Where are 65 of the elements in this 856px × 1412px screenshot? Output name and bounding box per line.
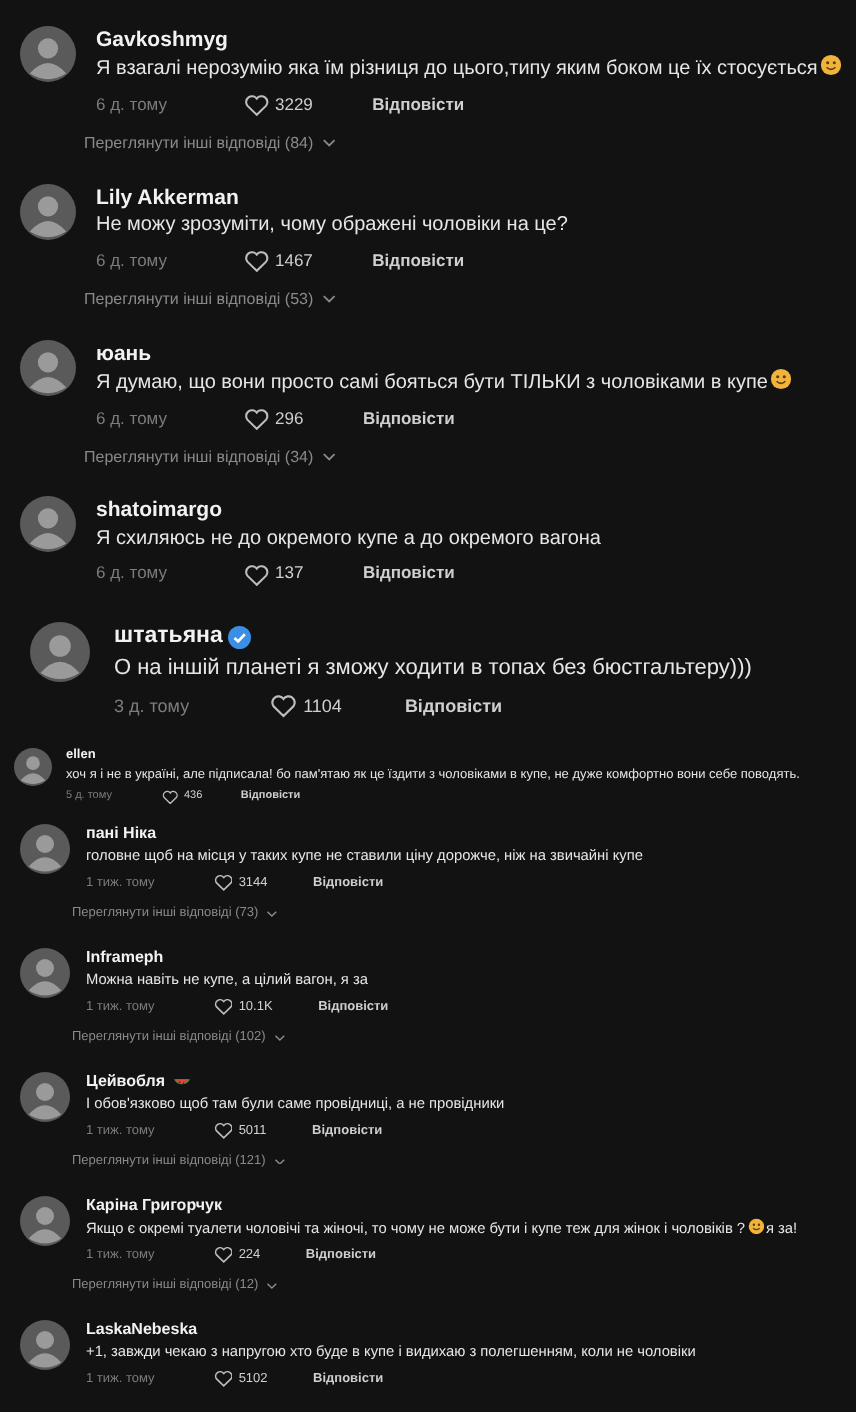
avatar[interactable] bbox=[20, 496, 76, 553]
heart-icon[interactable] bbox=[243, 94, 269, 118]
avatar[interactable] bbox=[20, 183, 76, 240]
reply-link[interactable]: Відповісти bbox=[372, 249, 465, 274]
heart-icon[interactable] bbox=[243, 249, 269, 273]
username[interactable]: shatoimargo bbox=[96, 496, 223, 526]
heart-icon[interactable] bbox=[213, 1370, 233, 1389]
avatar[interactable] bbox=[20, 1320, 70, 1371]
comment-time: 6 д. тому bbox=[96, 407, 167, 431]
username[interactable]: Каріна Григорчук bbox=[86, 1196, 222, 1218]
comment-text: Я думаю, що вони просто самі бояться бути ТІЛЬКИ з чоловіками в купе bbox=[96, 371, 768, 394]
view-replies-link[interactable]: Переглянути інші відповіді (34) bbox=[84, 430, 336, 483]
reply-link[interactable]: Відповісти bbox=[362, 562, 455, 587]
comment-text: Я взагалі нерозумію яка їм різниця до цього,типу яким боком це їх стосується bbox=[96, 58, 818, 81]
username[interactable]: LaskaNebeska bbox=[86, 1320, 198, 1343]
username[interactable]: Lily Akkerman bbox=[96, 183, 239, 212]
reply-link[interactable]: Відповісти bbox=[404, 694, 503, 720]
heart-icon[interactable] bbox=[243, 407, 269, 431]
like-count: 3229 bbox=[275, 93, 313, 118]
heart-icon[interactable] bbox=[213, 874, 233, 893]
avatar[interactable] bbox=[20, 824, 70, 875]
heart-icon[interactable] bbox=[270, 694, 298, 720]
chevron-down-icon bbox=[273, 1033, 286, 1042]
username[interactable]: штатьяна bbox=[114, 622, 223, 654]
comment-time: 3 д. тому bbox=[114, 694, 190, 720]
username[interactable]: Inframeph bbox=[86, 948, 164, 971]
avatar[interactable] bbox=[20, 1072, 70, 1123]
chevron-down-icon bbox=[321, 138, 336, 149]
chevron-down-icon bbox=[321, 294, 336, 305]
username[interactable]: Gavkoshmyg bbox=[96, 26, 228, 55]
emoji-icon bbox=[819, 54, 842, 77]
comment-text: Не можу зрозуміти, чому ображені чоловіки на це? bbox=[96, 213, 568, 236]
heart-icon[interactable] bbox=[243, 563, 269, 587]
avatar[interactable] bbox=[20, 339, 76, 396]
view-replies-link[interactable]: Переглянути інші відповіді (84) bbox=[84, 117, 336, 170]
chevron-down-icon bbox=[266, 1281, 278, 1290]
like-count: 1467 bbox=[275, 249, 313, 274]
heart-icon[interactable] bbox=[213, 1122, 233, 1140]
avatar[interactable] bbox=[30, 622, 90, 683]
chevron-down-icon bbox=[273, 1157, 286, 1165]
emoji-icon bbox=[747, 1217, 764, 1235]
heart-icon[interactable] bbox=[213, 1246, 233, 1265]
username[interactable]: юань bbox=[96, 339, 152, 368]
chevron-down-icon bbox=[321, 452, 336, 462]
emoji-icon bbox=[769, 367, 792, 390]
comment-text: Я схиляюсь не до окремого купе а до окремого вагона bbox=[96, 527, 601, 550]
like-count: 296 bbox=[275, 407, 304, 431]
like-count: 1104 bbox=[303, 694, 342, 720]
avatar[interactable] bbox=[14, 747, 52, 786]
reply-link[interactable]: Відповісти bbox=[372, 93, 465, 118]
avatar[interactable] bbox=[20, 948, 70, 999]
username[interactable]: Цейвобля bbox=[86, 1072, 165, 1094]
view-replies-link[interactable]: Переглянути інші відповіді (53) bbox=[84, 273, 336, 326]
avatar[interactable] bbox=[20, 26, 76, 82]
heart-icon[interactable] bbox=[161, 789, 178, 805]
username[interactable]: пані Ніка bbox=[86, 824, 157, 847]
heart-icon[interactable] bbox=[213, 998, 233, 1016]
comment-time: 6 д. тому bbox=[96, 562, 167, 587]
chevron-down-icon bbox=[266, 909, 278, 918]
reply-link[interactable]: Відповісти bbox=[362, 407, 455, 431]
comment-time: 6 д. тому bbox=[96, 93, 167, 118]
avatar[interactable] bbox=[20, 1196, 70, 1247]
comment-text: О на іншій планеті я зможу ходити в топах без бюстгальтеру))) bbox=[114, 655, 752, 680]
like-count: 137 bbox=[275, 562, 304, 587]
comment-time: 6 д. тому bbox=[96, 249, 167, 274]
